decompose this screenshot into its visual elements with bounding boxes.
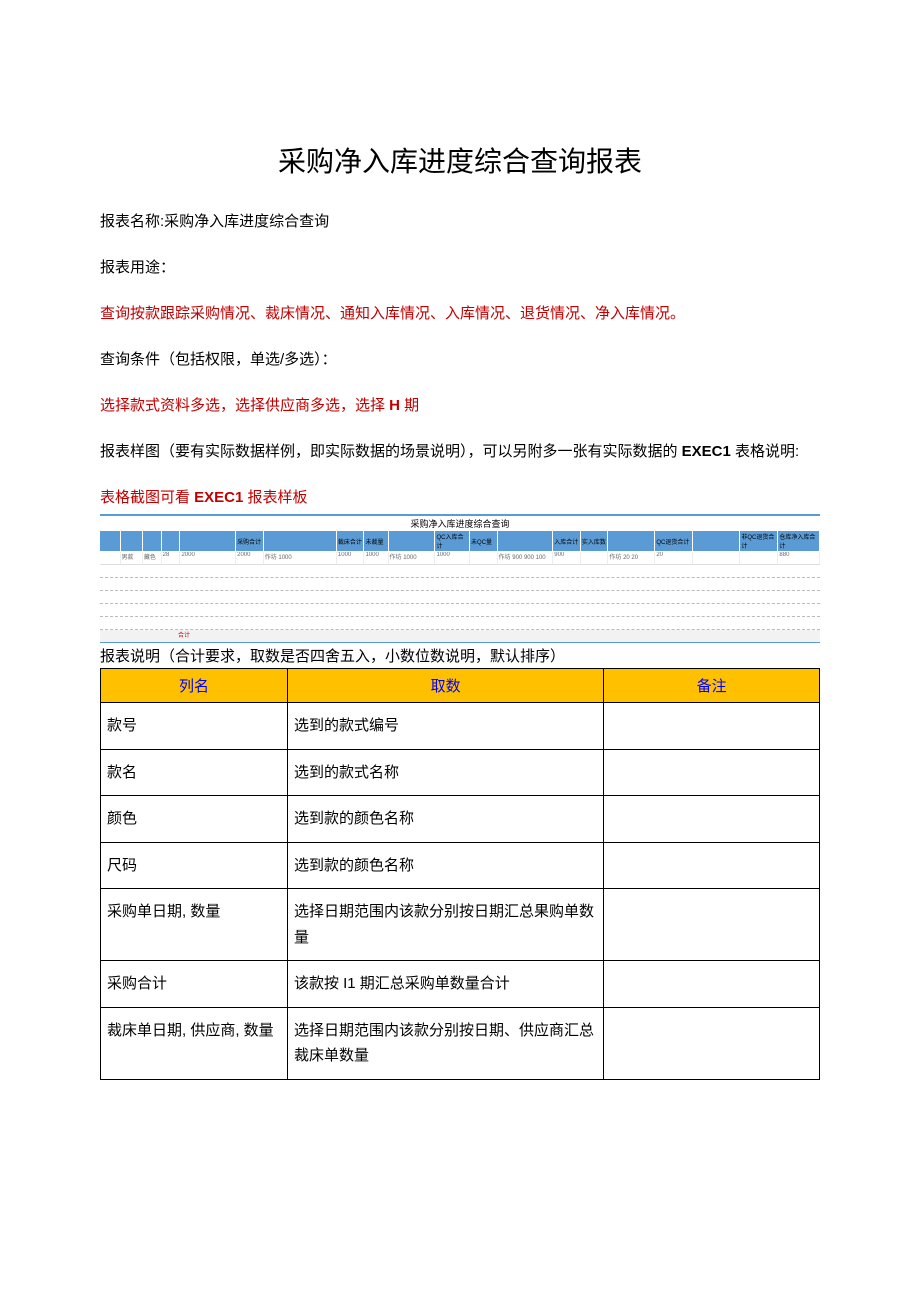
sample-table-screenshot: 采购净入库进度综合查询 采购合计 裁床合计 未裁量QC入库合计 未QC量入库合计… <box>100 514 820 643</box>
table-row: 颜色选到款的颜色名称 <box>101 796 820 843</box>
table-header-row: 列名 取数 备注 <box>101 669 820 703</box>
sample-link: 表格截图可看 EXEC1 报表样板 <box>100 486 820 510</box>
description-table: 列名 取数 备注 款号选到的款式编号 款名选到的款式名称 颜色选到款的颜色名称 … <box>100 668 820 1080</box>
query-cond-label: 查询条件（包括权限，单选/多选）： <box>100 348 820 372</box>
sample-link-a: 表格截图可看 <box>100 489 194 506</box>
query-cond-text-c: 期 <box>400 397 419 414</box>
sample-dotted-row <box>100 565 820 578</box>
sample-dotted-row <box>100 617 820 630</box>
sample-footer-row: 合计 <box>100 630 820 642</box>
table-body: 款号选到的款式编号 款名选到的款式名称 颜色选到款的颜色名称 尺码选到款的颜色名… <box>101 703 820 1080</box>
sample-data-row: 男款藏色28 20002000 作坊 10001000 1000作坊 10001… <box>100 552 820 565</box>
col-header-note: 备注 <box>604 669 820 703</box>
report-use-desc: 查询按款跟踪采购情况、裁床情况、通知入库情况、入库情况、退货情况、净入库情况。 <box>100 302 820 326</box>
table-row: 尺码选到款的颜色名称 <box>101 842 820 889</box>
col-header-name: 列名 <box>101 669 288 703</box>
table-row: 采购合计该款按 I1 期汇总采购单数量合计 <box>101 961 820 1008</box>
sample-dotted-row <box>100 578 820 591</box>
sample-dotted-row <box>100 591 820 604</box>
page-title: 采购净入库进度综合查询报表 <box>100 140 820 180</box>
sample-dotted-row <box>100 604 820 617</box>
document-page: 采购净入库进度综合查询报表 报表名称:采购净入库进度综合查询 报表用途： 查询按… <box>0 0 920 1180</box>
sample-link-c: 报表样板 <box>243 489 307 506</box>
table-row: 款名选到的款式名称 <box>101 749 820 796</box>
report-name-line: 报表名称:采购净入库进度综合查询 <box>100 210 820 234</box>
sample-label: 报表样图（要有实际数据样例，即实际数据的场景说明），可以另附多一张有实际数据的 … <box>100 440 820 464</box>
query-cond-desc: 选择款式资料多选，选择供应商多选，选择 H 期 <box>100 394 820 418</box>
report-use-label: 报表用途： <box>100 256 820 280</box>
query-cond-text-a: 选择款式资料多选，选择供应商多选，选择 <box>100 397 389 414</box>
sample-header-row: 采购合计 裁床合计 未裁量QC入库合计 未QC量入库合计 实入库数QC退货合计 … <box>100 531 820 552</box>
sample-label-a: 报表样图（要有实际数据样例，即实际数据的场景说明），可以另附多一张有实际数据的 <box>100 443 682 460</box>
sample-footer-label: 合计 <box>178 630 208 642</box>
col-header-fetch: 取数 <box>287 669 603 703</box>
table-row: 采购单日期, 数量选择日期范围内该款分别按日期汇总果购单数量 <box>101 889 820 961</box>
desc-table-intro: 报表说明（合计要求，取数是否四舍五入，小数位数说明，默认排序） <box>100 645 820 666</box>
sample-label-b: EXEC1 <box>682 443 731 460</box>
table-row: 款号选到的款式编号 <box>101 703 820 750</box>
query-cond-text-b: H <box>389 397 400 414</box>
table-row: 裁床单日期, 供应商, 数量选择日期范围内该款分别按日期、供应商汇总裁床单数量 <box>101 1007 820 1079</box>
sample-label-c: 表格说明: <box>731 443 799 460</box>
sample-table-title: 采购净入库进度综合查询 <box>100 516 820 531</box>
sample-link-b: EXEC1 <box>194 489 243 506</box>
